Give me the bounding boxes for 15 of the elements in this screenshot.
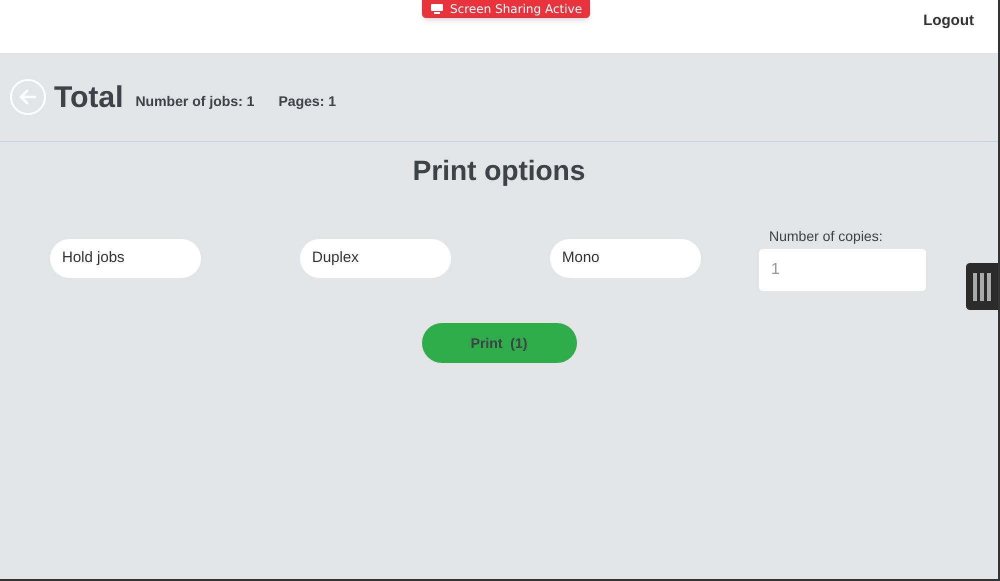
sharing-text: Screen Sharing Active — [450, 1, 582, 18]
screen-icon — [430, 4, 444, 14]
pages-count: Pages: 1 — [278, 92, 336, 111]
option-button[interactable]: Hold jobs — [50, 239, 201, 278]
total-title: Total — [54, 80, 124, 116]
logout-link[interactable]: Logout — [923, 10, 974, 33]
grip-icon — [972, 272, 992, 300]
jobs-count: Number of jobs: 1 — [135, 92, 254, 111]
option-button[interactable]: Mono — [550, 239, 701, 278]
print-options-title: Print options — [412, 154, 586, 188]
copies-field[interactable]: 1 — [759, 249, 926, 291]
copies-label: Number of copies: — [769, 227, 884, 246]
option-button[interactable]: Duplex — [300, 239, 451, 278]
back-arrow-icon — [18, 88, 38, 106]
side-handle[interactable] — [966, 263, 998, 310]
